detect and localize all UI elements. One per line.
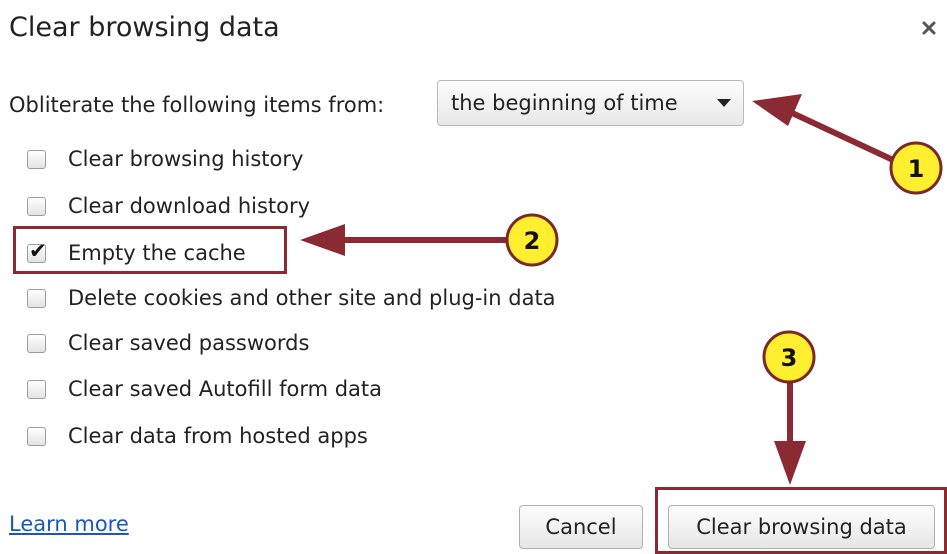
- option-clear-saved-passwords[interactable]: Clear saved passwords: [27, 328, 309, 358]
- highlight-box-empty-cache: [13, 226, 287, 274]
- time-range-selected-value: the beginning of time: [451, 91, 678, 115]
- option-label: Clear data from hosted apps: [68, 424, 368, 448]
- option-label: Clear download history: [68, 194, 311, 218]
- option-label: Clear saved Autofill form data: [68, 377, 383, 401]
- option-label: Clear browsing history: [68, 147, 304, 171]
- checkbox-clear-autofill-data[interactable]: [27, 379, 46, 399]
- arrow-2-annotation: [300, 224, 509, 256]
- option-clear-hosted-app-data[interactable]: Clear data from hosted apps: [27, 421, 368, 451]
- option-clear-browsing-history[interactable]: Clear browsing history: [27, 144, 303, 174]
- time-range-select[interactable]: the beginning of time: [437, 80, 744, 126]
- callout-2-badge: 2: [505, 213, 559, 267]
- highlight-box-clear-button: [655, 487, 947, 554]
- callout-1-number: 1: [908, 155, 925, 183]
- time-range-row: Obliterate the following items from:: [9, 82, 384, 128]
- callout-3-number: 3: [781, 344, 798, 372]
- checkbox-clear-browsing-history[interactable]: [27, 149, 46, 169]
- cancel-button[interactable]: Cancel: [519, 505, 643, 549]
- time-range-label: Obliterate the following items from:: [9, 93, 385, 117]
- option-label: Clear saved passwords: [68, 331, 310, 355]
- chevron-down-icon: [717, 99, 731, 107]
- close-icon[interactable]: [921, 20, 937, 36]
- callout-2-number: 2: [524, 227, 541, 255]
- callout-3-badge: 3: [762, 330, 816, 384]
- callout-1-badge: 1: [889, 141, 943, 195]
- clear-browsing-data-dialog: Clear browsing data Obliterate the follo…: [0, 0, 947, 554]
- checkbox-clear-saved-passwords[interactable]: [27, 333, 46, 353]
- option-delete-cookies[interactable]: Delete cookies and other site and plug-i…: [27, 283, 556, 313]
- option-clear-download-history[interactable]: Clear download history: [27, 191, 310, 221]
- checkbox-delete-cookies[interactable]: [27, 288, 46, 308]
- checkbox-clear-hosted-app-data[interactable]: [27, 426, 46, 446]
- arrow-3-annotation: [774, 378, 806, 485]
- dialog-title: Clear browsing data: [9, 12, 280, 43]
- option-clear-autofill-data[interactable]: Clear saved Autofill form data: [27, 374, 382, 404]
- learn-more-link[interactable]: Learn more: [9, 512, 129, 536]
- arrow-1-annotation: [752, 94, 896, 163]
- checkbox-clear-download-history[interactable]: [27, 196, 46, 216]
- option-label: Delete cookies and other site and plug-i…: [68, 286, 556, 310]
